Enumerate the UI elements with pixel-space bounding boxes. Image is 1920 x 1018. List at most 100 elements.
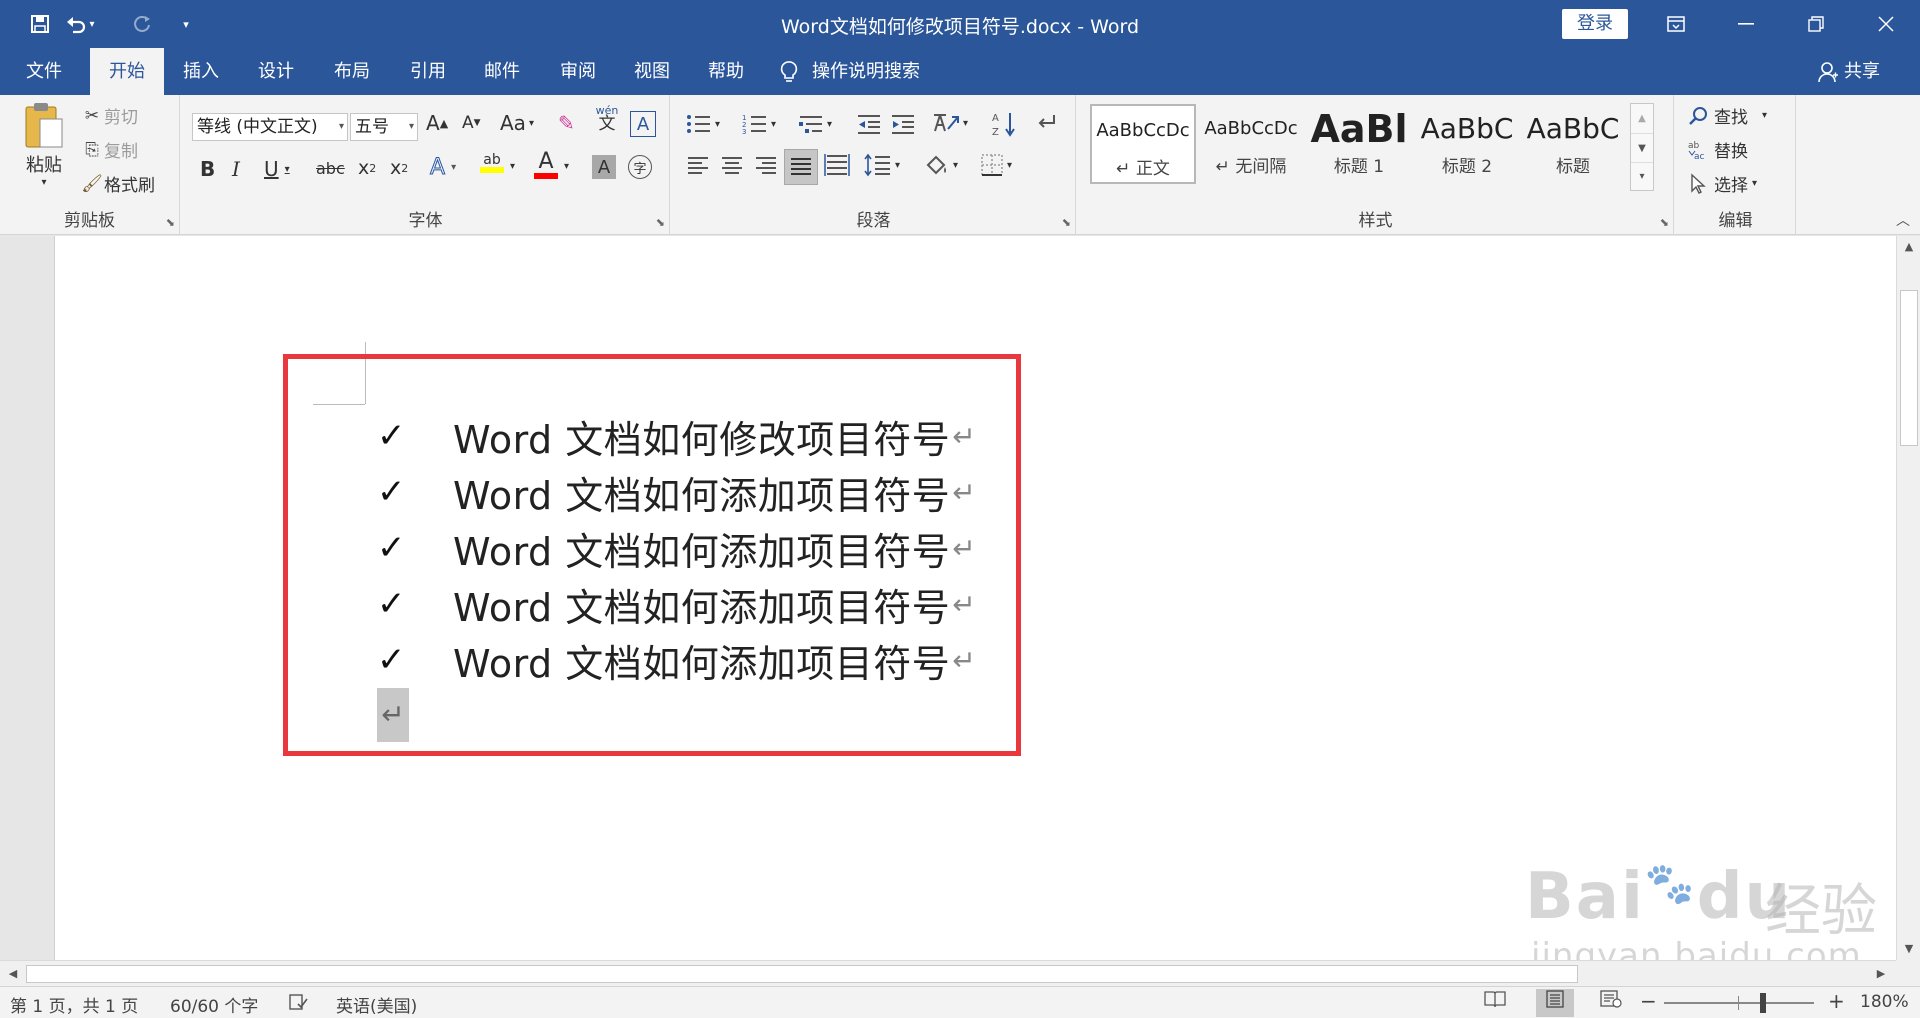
align-left-button[interactable] [686, 155, 710, 177]
italic-button[interactable]: I [232, 157, 240, 181]
justify-button[interactable] [784, 149, 818, 185]
highlight-dropdown[interactable]: ▾ [510, 161, 515, 172]
dialog-launcher-icon[interactable]: ⬊ [166, 216, 175, 229]
list-item[interactable]: ✓ Word 文档如何修改项目符号 ↵ [377, 410, 976, 462]
share-button[interactable]: 共享 [1818, 48, 1910, 95]
web-layout-icon[interactable] [1592, 989, 1630, 1017]
page-count[interactable]: 第 1 页，共 1 页 [10, 992, 138, 1017]
font-name-combo[interactable]: 等线 (中文正文) ▾ [192, 113, 348, 141]
enclose-characters-button[interactable]: 字 [628, 155, 652, 179]
customize-qat-icon[interactable]: ▾ [168, 8, 204, 40]
distributed-button[interactable] [824, 153, 850, 177]
increase-indent-button[interactable] [890, 113, 916, 135]
scroll-right-icon[interactable]: ▶ [1868, 961, 1894, 987]
empty-paragraph-mark[interactable]: ↵ [377, 688, 409, 742]
line-spacing-button[interactable]: ▾ [864, 153, 900, 177]
cut-button[interactable]: ✂ 剪切 [80, 103, 138, 129]
tab-layout[interactable]: 布局 [316, 48, 388, 95]
vertical-scroll-thumb[interactable] [1900, 290, 1918, 446]
tab-insert[interactable]: 插入 [166, 48, 236, 95]
collapse-ribbon-icon[interactable]: ︿ [1896, 210, 1910, 230]
more-styles-icon[interactable]: ▾ [1631, 162, 1653, 190]
dialog-launcher-icon[interactable]: ⬊ [656, 216, 665, 229]
ribbon-display-options-icon[interactable] [1646, 0, 1706, 48]
print-layout-icon[interactable] [1536, 989, 1574, 1017]
copy-button[interactable]: ⎘ 复制 [80, 137, 138, 163]
redo-icon[interactable] [124, 8, 160, 40]
tab-review[interactable]: 审阅 [542, 48, 614, 95]
show-hide-marks-button[interactable] [1034, 113, 1058, 135]
shrink-font-button[interactable]: A ▼ [462, 113, 481, 133]
bullets-button[interactable]: ▾ [686, 113, 720, 135]
bold-button[interactable]: B [200, 157, 215, 181]
proofing-icon[interactable] [288, 992, 308, 1017]
chevron-down-icon[interactable]: ▼ [1631, 133, 1653, 162]
highlight-button[interactable]: ab [480, 153, 504, 173]
tab-references[interactable]: 引用 [392, 48, 464, 95]
style-heading-2[interactable]: AaBbC 标题 2 [1414, 104, 1520, 184]
font-size-combo[interactable]: 五号 ▾ [350, 113, 418, 141]
grow-font-button[interactable]: A ▲ [426, 111, 448, 135]
document-page[interactable]: ✓ Word 文档如何修改项目符号 ↵ ✓ Word 文档如何添加项目符号 ↵ … [54, 236, 1896, 976]
vertical-scrollbar[interactable]: ▲ ▼ [1896, 236, 1920, 960]
horizontal-scrollbar[interactable]: ◀ ▶ [0, 960, 1896, 986]
character-border-button[interactable]: A [630, 111, 656, 137]
font-color-button[interactable]: A [534, 151, 558, 179]
multilevel-list-button[interactable]: ▾ [798, 113, 832, 135]
list-item[interactable]: ✓ Word 文档如何添加项目符号 ↵ [377, 466, 976, 518]
scroll-left-icon[interactable]: ◀ [0, 961, 26, 987]
zoom-slider-track[interactable] [1664, 1002, 1814, 1004]
align-center-button[interactable] [720, 155, 744, 177]
text-effects-button[interactable]: A ▾ [429, 155, 456, 181]
borders-button[interactable]: ▾ [980, 153, 1012, 177]
underline-button[interactable]: U ▾ [264, 157, 290, 181]
read-mode-icon[interactable] [1476, 989, 1514, 1017]
zoom-slider-thumb[interactable] [1760, 993, 1766, 1013]
tab-design[interactable]: 设计 [240, 48, 312, 95]
chevron-up-icon[interactable]: ▲ [1631, 104, 1653, 133]
font-color-dropdown[interactable]: ▾ [564, 161, 569, 172]
replace-button[interactable]: ab ac 替换 [1688, 137, 1748, 163]
tab-file[interactable]: 文件 [0, 48, 88, 95]
strikethrough-button[interactable]: abc [316, 159, 345, 178]
sort-button[interactable]: AZ [992, 111, 1016, 137]
tab-mailings[interactable]: 邮件 [466, 48, 538, 95]
find-button[interactable]: 查找 ▾ [1688, 103, 1767, 128]
undo-icon[interactable]: ▾ [58, 8, 102, 40]
clear-formatting-button[interactable]: ✎ [558, 111, 575, 135]
list-item[interactable]: ✓ Word 文档如何添加项目符号 ↵ [377, 522, 976, 574]
chinese-layout-button[interactable]: ▾ [932, 111, 968, 135]
select-button[interactable]: 选择 ▾ [1688, 171, 1757, 196]
scroll-down-icon[interactable]: ▼ [1897, 938, 1920, 960]
style-title[interactable]: AaBbC 标题 [1520, 104, 1626, 184]
list-item[interactable]: ✓ Word 文档如何添加项目符号 ↵ [377, 578, 976, 630]
change-case-button[interactable]: Aa ▾ [500, 111, 534, 135]
paste-button[interactable]: 粘贴 ▾ [14, 101, 74, 201]
style-heading-1[interactable]: AaBl 标题 1 [1306, 104, 1412, 184]
dialog-launcher-icon[interactable]: ⬊ [1062, 216, 1071, 229]
phonetic-guide-button[interactable]: wén 文 [594, 105, 620, 133]
zoom-out-button[interactable]: − [1640, 989, 1657, 1013]
word-count[interactable]: 60/60 个字 [170, 992, 258, 1017]
superscript-button[interactable]: x2 [390, 157, 408, 179]
login-button[interactable]: 登录 [1562, 9, 1628, 39]
style-no-spacing[interactable]: AaBbCcDc ↵ 无间隔 [1198, 104, 1304, 184]
tab-help[interactable]: 帮助 [690, 48, 762, 95]
minimize-icon[interactable] [1716, 0, 1776, 48]
scroll-up-icon[interactable]: ▲ [1897, 236, 1920, 258]
restore-icon[interactable] [1786, 0, 1846, 48]
format-painter-button[interactable]: 🖌 格式刷 [80, 171, 155, 197]
style-normal[interactable]: AaBbCcDc ↵ 正文 [1090, 104, 1196, 184]
tell-me-search[interactable]: 操作说明搜索 [780, 48, 960, 95]
close-icon[interactable] [1856, 0, 1916, 48]
dialog-launcher-icon[interactable]: ⬊ [1660, 216, 1669, 229]
shading-button[interactable]: ▾ [924, 153, 958, 177]
zoom-in-button[interactable]: + [1828, 989, 1845, 1013]
save-icon[interactable] [22, 8, 58, 40]
horizontal-scroll-thumb[interactable] [26, 965, 1578, 983]
subscript-button[interactable]: x2 [358, 157, 376, 179]
character-shading-button[interactable]: A [592, 155, 616, 179]
tab-home[interactable]: 开始 [90, 48, 164, 95]
numbering-button[interactable]: 123 ▾ [742, 113, 776, 135]
decrease-indent-button[interactable] [856, 113, 882, 135]
